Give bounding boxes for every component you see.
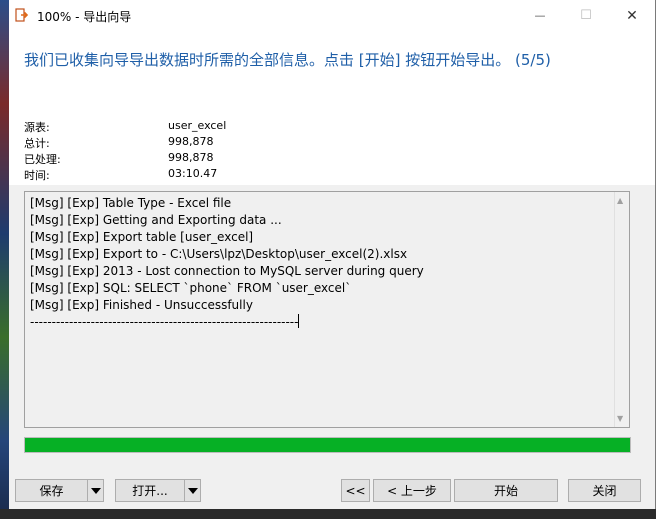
log-line: [Msg] [Exp] SQL: SELECT `phone` FROM `us… <box>30 281 352 295</box>
maximize-button[interactable]: ☐ <box>563 0 609 31</box>
info-value: 998,878 <box>168 151 214 164</box>
minimize-icon: — <box>534 9 546 22</box>
info-label: 时间: <box>24 169 50 182</box>
first-page-button[interactable]: << <box>341 479 370 502</box>
progress-fill <box>25 438 630 452</box>
info-label: 总计: <box>24 137 50 150</box>
title-bar[interactable]: 100% - 导出向导 — ☐ ✕ <box>9 0 655 31</box>
log-line: [Msg] [Exp] Table Type - Excel file <box>30 196 232 210</box>
open-split-button[interactable]: 打开... <box>115 479 201 502</box>
save-button[interactable]: 保存 <box>16 480 87 501</box>
minimize-button[interactable]: — <box>517 0 563 31</box>
export-wizard-window: 100% - 导出向导 — ☐ ✕ 我们已收集向导导出数据时所需的全部信息。点击… <box>9 0 656 509</box>
info-value: 03:10.47 <box>168 167 218 180</box>
wizard-instruction: 我们已收集向导导出数据时所需的全部信息。点击 [开始] 按钮开始导出。 (5/5… <box>24 51 551 69</box>
start-button[interactable]: 开始 <box>454 479 558 502</box>
save-split-button[interactable]: 保存 <box>15 479 104 502</box>
close-window-button[interactable]: ✕ <box>609 0 655 31</box>
log-separator-line: ----------------------------------------… <box>30 314 300 329</box>
desktop-taskbar-strip <box>0 509 656 519</box>
log-line: [Msg] [Exp] Export to - C:\Users\lpz\Des… <box>30 247 408 261</box>
open-button[interactable]: 打开... <box>116 480 184 501</box>
log-line: [Msg] [Exp] Getting and Exporting data .… <box>30 213 282 227</box>
close-button[interactable]: 关闭 <box>568 479 641 502</box>
info-label: 源表: <box>24 121 50 134</box>
scroll-down-icon[interactable]: ▼ <box>617 414 623 423</box>
save-dropdown-button[interactable] <box>87 480 103 501</box>
log-scrollbar[interactable]: ▲ ▼ <box>614 192 629 427</box>
close-icon: ✕ <box>626 7 638 24</box>
window-title: 100% - 导出向导 <box>37 10 132 24</box>
info-value: user_excel <box>168 119 227 132</box>
export-log-area[interactable]: [Msg] [Exp] Table Type - Excel file [Msg… <box>24 191 630 428</box>
info-value: 998,878 <box>168 135 214 148</box>
log-line: [Msg] [Exp] Export table [user_excel] <box>30 230 254 244</box>
open-dropdown-button[interactable] <box>184 480 200 501</box>
dropdown-arrow-icon <box>187 487 198 494</box>
maximize-icon: ☐ <box>580 8 592 23</box>
scroll-up-icon[interactable]: ▲ <box>617 196 623 205</box>
export-progress-bar <box>24 437 631 453</box>
wizard-header: 我们已收集向导导出数据时所需的全部信息。点击 [开始] 按钮开始导出。 (5/5… <box>9 31 655 185</box>
back-button[interactable]: < 上一步 <box>373 479 451 502</box>
text-caret <box>298 314 300 328</box>
dropdown-arrow-icon <box>90 487 101 494</box>
log-line: [Msg] [Exp] 2013 - Lost connection to My… <box>30 264 424 278</box>
log-line: [Msg] [Exp] Finished - Unsuccessfully <box>30 298 253 312</box>
export-wizard-icon <box>15 8 29 22</box>
info-label: 已处理: <box>24 153 61 166</box>
desktop-background-left <box>0 0 9 519</box>
